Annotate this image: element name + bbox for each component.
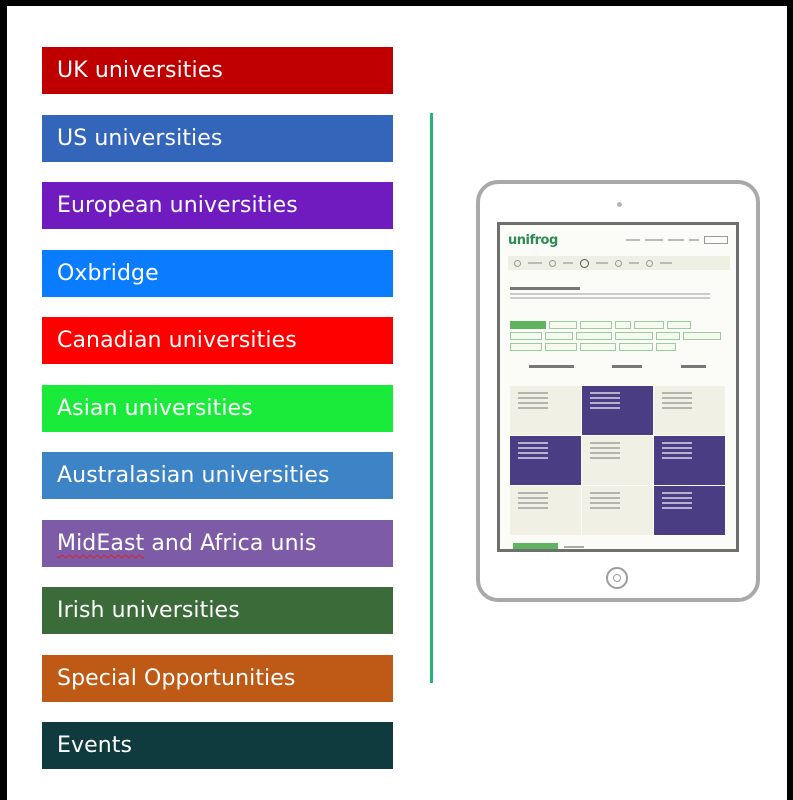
menu-asian-universities[interactable]: Asian universities	[42, 385, 393, 432]
course-card	[582, 386, 653, 435]
step-dot-active	[580, 258, 589, 268]
step-dot	[646, 259, 653, 267]
chip	[634, 321, 664, 329]
menu-events[interactable]: Events	[42, 722, 393, 769]
chip	[545, 332, 573, 340]
step-dot	[549, 259, 556, 267]
menu-us-universities[interactable]: US universities	[42, 115, 393, 162]
menu-label: Events	[57, 733, 133, 758]
step-label	[629, 262, 639, 264]
step-label	[596, 262, 608, 264]
course-card	[582, 486, 653, 535]
menu-uk-universities[interactable]: UK universities	[42, 47, 393, 94]
course-card	[510, 436, 581, 485]
chip	[580, 321, 612, 329]
menu-irish-universities[interactable]: Irish universities	[42, 587, 393, 634]
progress-steps	[508, 256, 730, 270]
vertical-divider	[430, 113, 433, 683]
step-dot	[615, 259, 622, 267]
step-label	[563, 262, 573, 264]
app-logo: unifrog	[508, 232, 558, 248]
step-label	[528, 262, 542, 264]
course-card	[654, 486, 725, 535]
menu-canadian-universities[interactable]: Canadian universities	[42, 317, 393, 364]
menu-label: European universities	[57, 193, 298, 218]
menu-label: Australasian universities	[57, 463, 330, 488]
nav-item	[626, 239, 640, 241]
chip	[667, 321, 691, 329]
filter-chips	[510, 321, 725, 351]
home-button-icon	[606, 567, 628, 589]
menu-label: Asian universities	[57, 396, 253, 421]
menu-australasian-universities[interactable]: Australasian universities	[42, 452, 393, 499]
app-nav	[626, 236, 728, 244]
course-card	[582, 436, 653, 485]
menu-label-misspelled: MidEast	[57, 531, 145, 556]
chip	[545, 343, 577, 351]
menu-label: Irish universities	[57, 598, 240, 623]
menu-label: UK universities	[57, 58, 223, 83]
step-label	[660, 262, 672, 264]
screen-secondary-link	[564, 546, 584, 548]
course-card	[654, 386, 725, 435]
menu-european-universities[interactable]: European universities	[42, 182, 393, 229]
screen-heading	[510, 287, 580, 290]
column-header	[529, 365, 575, 368]
column-header	[680, 365, 706, 368]
camera-icon	[617, 202, 622, 207]
chip	[576, 332, 612, 340]
chip	[615, 332, 653, 340]
course-grid	[510, 386, 725, 535]
chip	[656, 343, 676, 351]
tablet-mockup: unifrog	[476, 180, 760, 602]
course-card	[510, 486, 581, 535]
menu-label: US universities	[57, 126, 223, 151]
nav-login-box	[704, 236, 728, 244]
menu-label: Canadian universities	[57, 328, 297, 353]
nav-item	[645, 239, 663, 241]
menu-label: Oxbridge	[57, 261, 159, 286]
nav-item	[689, 239, 699, 241]
chip	[615, 321, 631, 329]
chip	[656, 332, 680, 340]
course-card	[654, 436, 725, 485]
course-card	[510, 386, 581, 435]
step-dot	[514, 259, 521, 267]
chip	[580, 343, 616, 351]
column-header	[612, 365, 643, 368]
menu-mideast-africa-unis[interactable]: MidEast and Africa unis	[42, 520, 393, 567]
screen-subtext	[510, 293, 710, 295]
menu-oxbridge[interactable]: Oxbridge	[42, 250, 393, 297]
chip	[510, 343, 542, 351]
nav-item	[668, 239, 684, 241]
column-headers	[510, 365, 725, 368]
menu-label-rest: and Africa unis	[144, 531, 317, 556]
chip	[510, 321, 546, 329]
chip	[510, 332, 542, 340]
tablet-screen: unifrog	[497, 222, 739, 552]
app-header: unifrog	[500, 225, 736, 255]
chip	[549, 321, 577, 329]
menu-label: Special Opportunities	[57, 666, 296, 691]
chip	[683, 332, 721, 340]
menu-special-opportunities[interactable]: Special Opportunities	[42, 655, 393, 702]
chip	[619, 343, 653, 351]
screen-action-button	[513, 543, 558, 549]
